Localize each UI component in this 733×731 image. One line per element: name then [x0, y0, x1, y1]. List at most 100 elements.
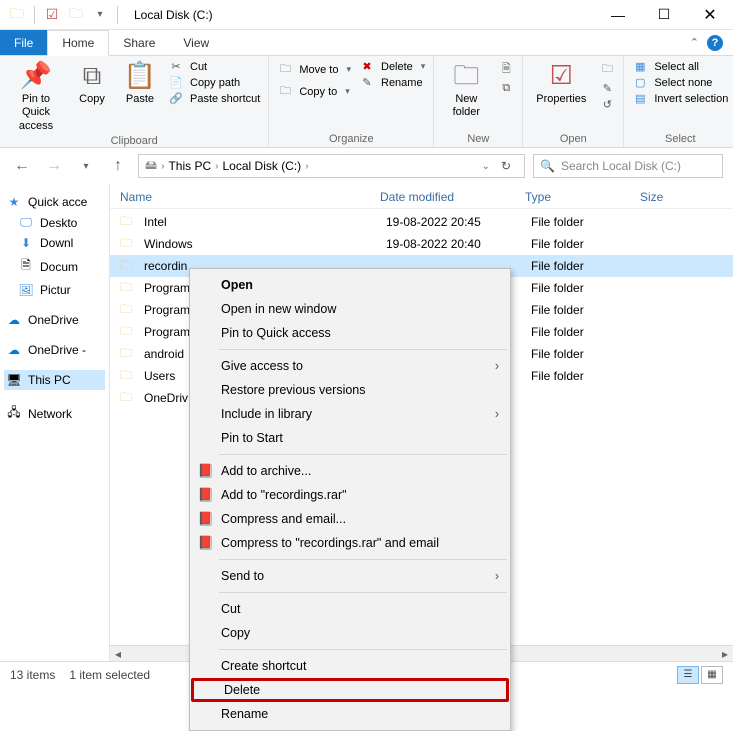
network-icon: 🖧 — [6, 403, 22, 424]
cm-add-to-archive[interactable]: 📕Add to archive... — [191, 459, 509, 483]
cell-type: File folder — [531, 303, 646, 317]
tab-file[interactable]: File — [0, 30, 47, 55]
cm-open[interactable]: Open — [191, 273, 509, 297]
ribbon-collapse[interactable]: ⌃ ? — [690, 30, 733, 55]
scroll-right-icon[interactable]: ▸ — [717, 647, 733, 661]
cm-create-shortcut[interactable]: Create shortcut — [191, 654, 509, 678]
move-to-button[interactable]: 🗀Move to▾ — [277, 60, 351, 79]
tab-share[interactable]: Share — [109, 30, 169, 55]
nav-this-pc[interactable]: 🖥This PC — [4, 370, 105, 390]
nav-pictures[interactable]: 🖼Pictur — [4, 280, 105, 300]
cm-pin-to-start[interactable]: Pin to Start — [191, 426, 509, 450]
new-folder-button[interactable]: 🗀 New folder — [442, 60, 490, 131]
back-button[interactable]: ← — [10, 154, 34, 178]
select-none-button[interactable]: ▢Select none — [632, 76, 728, 89]
cm-add-to-recordings-rar[interactable]: 📕Add to "recordings.rar" — [191, 483, 509, 507]
nav-desktop[interactable]: 🖵Deskto — [4, 212, 105, 233]
cm-give-access-to[interactable]: Give access to› — [191, 354, 509, 378]
history-button[interactable]: ↺ — [599, 98, 615, 111]
separator — [219, 559, 507, 560]
new-folder-qat-icon[interactable]: 🗀 — [65, 4, 87, 26]
properties-button[interactable]: ☑ Properties — [531, 60, 591, 131]
maximize-button[interactable]: ☐ — [641, 0, 687, 30]
nav-quick-access[interactable]: ★Quick acce — [4, 192, 105, 212]
edit-button[interactable]: ✎ — [599, 82, 615, 95]
properties-qat-icon[interactable]: ☑ — [41, 4, 63, 26]
copy-button[interactable]: ⧉ Copy — [72, 60, 112, 133]
cm-pin-quick-access[interactable]: Pin to Quick access — [191, 321, 509, 345]
copy-path-button[interactable]: 📄Copy path — [168, 76, 260, 89]
clipboard-stack: ✂Cut 📄Copy path 🔗Paste shortcut — [168, 60, 260, 133]
table-row[interactable]: 🗀Intel19-08-2022 20:45File folder — [110, 211, 733, 233]
col-size[interactable]: Size — [640, 190, 710, 204]
pin-to-quick-access-button[interactable]: 📌 Pin to Quick access — [8, 60, 64, 133]
qat-dropdown-icon[interactable]: ▾ — [89, 4, 111, 26]
pictures-icon: 🖼 — [18, 283, 34, 297]
drive-icon: 🖴 — [145, 156, 157, 177]
help-icon[interactable]: ? — [707, 35, 723, 51]
scroll-left-icon[interactable]: ◂ — [110, 647, 126, 661]
scissors-icon: ✂ — [168, 60, 184, 73]
chevron-down-icon[interactable]: ⌄ — [482, 161, 490, 172]
easy-access-button[interactable]: ⧉ — [498, 82, 514, 95]
col-date[interactable]: Date modified — [380, 190, 525, 204]
nav-onedrive-personal[interactable]: ☁OneDrive - — [4, 340, 105, 360]
breadcrumb-this-pc[interactable]: This PC — [168, 159, 211, 173]
cm-copy[interactable]: Copy — [191, 621, 509, 645]
new-item-button[interactable]: 🗎 — [498, 60, 514, 79]
cm-compress-rar-and-email[interactable]: 📕Compress to "recordings.rar" and email — [191, 531, 509, 555]
view-switcher: ☰ ▦ — [677, 666, 723, 684]
breadcrumb-current[interactable]: Local Disk (C:) — [223, 159, 302, 173]
desktop-icon: 🖵 — [18, 215, 34, 230]
group-label: Organize — [277, 131, 425, 145]
move-copy-stack: 🗀Move to▾ 🗀Copy to▾ — [277, 60, 351, 131]
cm-delete[interactable]: Delete — [191, 678, 509, 702]
rename-button[interactable]: ✎Rename — [359, 76, 425, 89]
details-view-button[interactable]: ☰ — [677, 666, 699, 684]
cm-send-to[interactable]: Send to› — [191, 564, 509, 588]
invert-selection-button[interactable]: ▤Invert selection — [632, 92, 728, 105]
paste-shortcut-button[interactable]: 🔗Paste shortcut — [168, 92, 260, 105]
forward-button[interactable]: → — [42, 154, 66, 178]
status-item-count: 13 items — [10, 668, 55, 682]
tab-home[interactable]: Home — [47, 30, 109, 56]
nav-onedrive[interactable]: ☁OneDrive — [4, 310, 105, 330]
recent-locations-button[interactable]: ▾ — [74, 154, 98, 178]
nav-downloads[interactable]: ⬇Downl — [4, 233, 105, 253]
refresh-button[interactable]: ↻ — [494, 159, 518, 173]
up-button[interactable]: ↑ — [106, 154, 130, 178]
new-stack: 🗎 ⧉ — [498, 60, 514, 131]
col-name[interactable]: Name — [120, 190, 380, 204]
search-input[interactable]: 🔍 Search Local Disk (C:) — [533, 154, 723, 178]
group-label: Open — [531, 131, 615, 145]
cm-open-new-window[interactable]: Open in new window — [191, 297, 509, 321]
edit-icon: ✎ — [599, 82, 615, 95]
ribbon-group-organize: 🗀Move to▾ 🗀Copy to▾ ✖Delete▾ ✎Rename Org… — [269, 56, 434, 147]
nav-documents[interactable]: 🗎Docum — [4, 253, 105, 280]
group-label: New — [442, 131, 514, 145]
open-icon: 🗀 — [599, 60, 615, 79]
delete-button[interactable]: ✖Delete▾ — [359, 60, 425, 73]
close-button[interactable]: ✕ — [687, 0, 733, 30]
large-icons-view-button[interactable]: ▦ — [701, 666, 723, 684]
title-bar: 🗀 ☑ 🗀 ▾ Local Disk (C:) ― ☐ ✕ — [0, 0, 733, 30]
cm-cut[interactable]: Cut — [191, 597, 509, 621]
table-row[interactable]: 🗀Windows19-08-2022 20:40File folder — [110, 233, 733, 255]
cm-restore-previous-versions[interactable]: Restore previous versions — [191, 378, 509, 402]
nav-network[interactable]: 🖧Network — [4, 400, 105, 427]
cell-date: 19-08-2022 20:45 — [386, 215, 531, 229]
address-bar[interactable]: 🖴 › This PC › Local Disk (C:) › ⌄ ↻ — [138, 154, 525, 178]
open-button[interactable]: 🗀 — [599, 60, 615, 79]
tab-view[interactable]: View — [169, 30, 223, 55]
cm-rename[interactable]: Rename — [191, 702, 509, 726]
cell-date: 19-08-2022 20:40 — [386, 237, 531, 251]
select-stack: ▦Select all ▢Select none ▤Invert selecti… — [632, 60, 728, 131]
select-all-button[interactable]: ▦Select all — [632, 60, 728, 73]
minimize-button[interactable]: ― — [595, 0, 641, 30]
cm-compress-and-email[interactable]: 📕Compress and email... — [191, 507, 509, 531]
copy-to-button[interactable]: 🗀Copy to▾ — [277, 82, 351, 101]
paste-button[interactable]: 📋 Paste — [120, 60, 160, 133]
cm-include-in-library[interactable]: Include in library› — [191, 402, 509, 426]
cut-button[interactable]: ✂Cut — [168, 60, 260, 73]
col-type[interactable]: Type — [525, 190, 640, 204]
